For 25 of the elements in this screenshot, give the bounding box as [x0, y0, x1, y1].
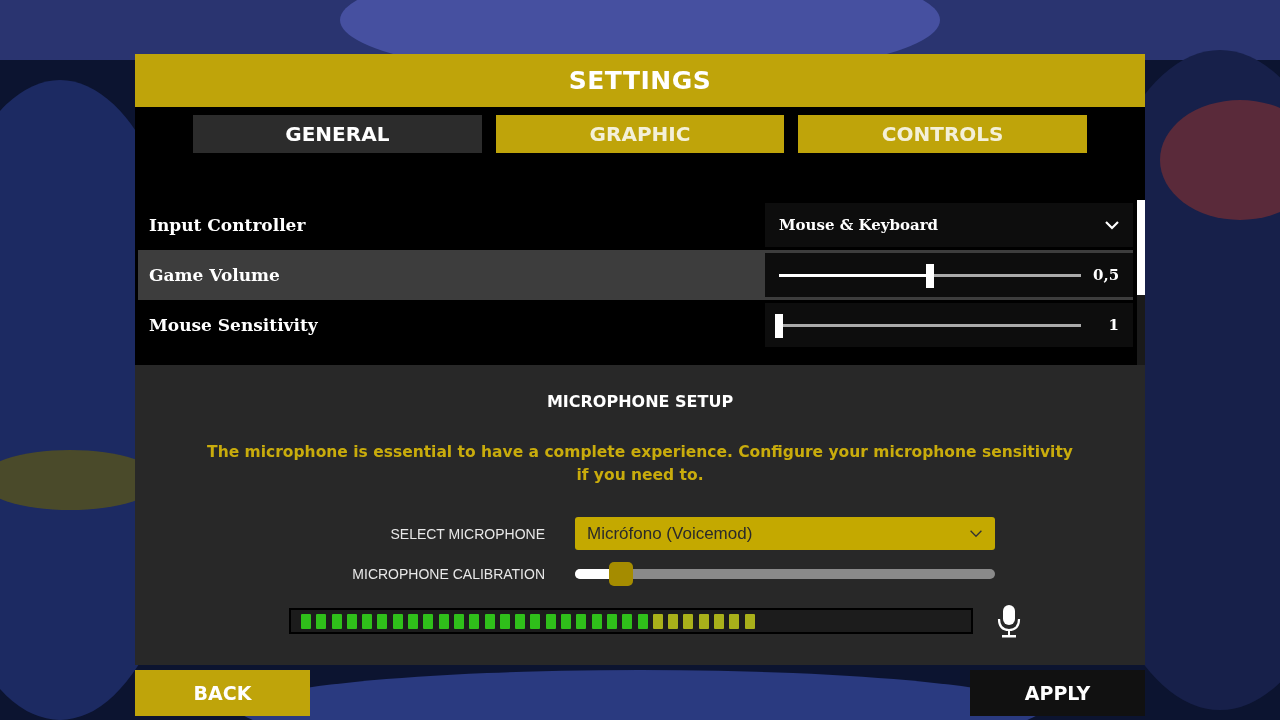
setting-row[interactable]: Game Volume 0,5: [138, 250, 1133, 300]
apply-button[interactable]: APPLY: [970, 670, 1145, 716]
slider-value: 1: [1107, 316, 1119, 334]
field-label: SELECT MICROPHONE: [389, 525, 545, 542]
tab[interactable]: GENERAL: [193, 115, 482, 153]
setting-row[interactable]: Mouse Sensitivity 1: [138, 300, 1133, 350]
calibration-slider[interactable]: [575, 560, 995, 588]
slider-thumb[interactable]: [926, 263, 934, 288]
chevron-icon: [969, 529, 983, 538]
slider-value: 0,5: [1093, 266, 1119, 284]
scrollbar[interactable]: [1137, 200, 1145, 365]
setting-row[interactable]: Input Controller Mouse & Keyboard: [138, 200, 1133, 250]
microphone-dropdown[interactable]: Micrófono (Voicemod): [575, 517, 995, 550]
slider[interactable]: [779, 264, 1081, 286]
field-label: MICROPHONE CALIBRATION: [351, 566, 545, 582]
microphone-icon[interactable]: [997, 604, 1021, 638]
settings-title: SETTINGS: [568, 66, 712, 95]
slider-thumb[interactable]: [775, 313, 783, 338]
chevron-icon: [1105, 220, 1119, 230]
setting-label: Input Controller: [148, 215, 307, 235]
slider-thumb[interactable]: [608, 562, 633, 586]
setting-label: Mouse Sensitivity: [148, 315, 319, 335]
section-heading: MICROPHONE SETUP: [546, 392, 734, 411]
setting-label: Game Volume: [148, 265, 281, 285]
notice-text: The microphone is essential to have a complete experience. Configure your microphone sensitivity if you need to.: [206, 442, 1074, 486]
